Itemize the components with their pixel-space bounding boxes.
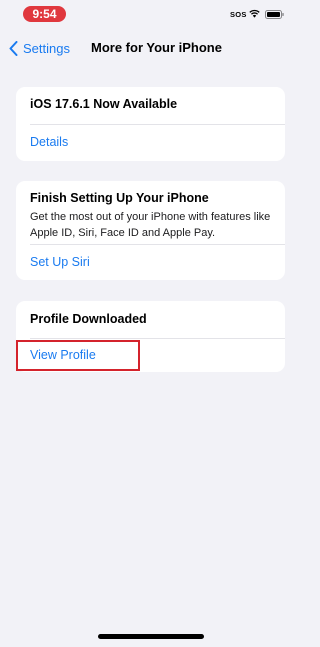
- setup-card-description: Get the most out of your iPhone with fea…: [30, 211, 271, 239]
- status-bar: 9:54 SOS: [0, 0, 300, 28]
- page-title: More for Your iPhone: [91, 40, 222, 55]
- update-card-title: iOS 17.6.1 Now Available: [30, 97, 178, 111]
- divider: [30, 244, 285, 245]
- divider: [30, 338, 285, 339]
- setup-card: Finish Setting Up Your iPhone Get the mo…: [16, 181, 285, 280]
- status-time: 9:54: [23, 6, 66, 22]
- navigation-bar: Settings More for Your iPhone: [0, 36, 300, 60]
- back-button[interactable]: Settings: [9, 36, 70, 60]
- setup-card-title: Finish Setting Up Your iPhone: [30, 191, 209, 205]
- home-indicator: [98, 634, 204, 639]
- divider: [30, 124, 285, 125]
- chevron-left-icon: [9, 40, 18, 56]
- highlight-annotation: [16, 340, 140, 371]
- set-up-siri-link[interactable]: Set Up Siri: [30, 255, 90, 269]
- details-link[interactable]: Details: [30, 135, 68, 149]
- profile-card-title: Profile Downloaded: [30, 312, 147, 326]
- wifi-icon: [249, 9, 260, 18]
- battery-icon: [265, 10, 284, 19]
- carrier-label: SOS: [230, 10, 247, 19]
- update-card: iOS 17.6.1 Now Available Details: [16, 87, 285, 161]
- back-button-label: Settings: [23, 40, 70, 56]
